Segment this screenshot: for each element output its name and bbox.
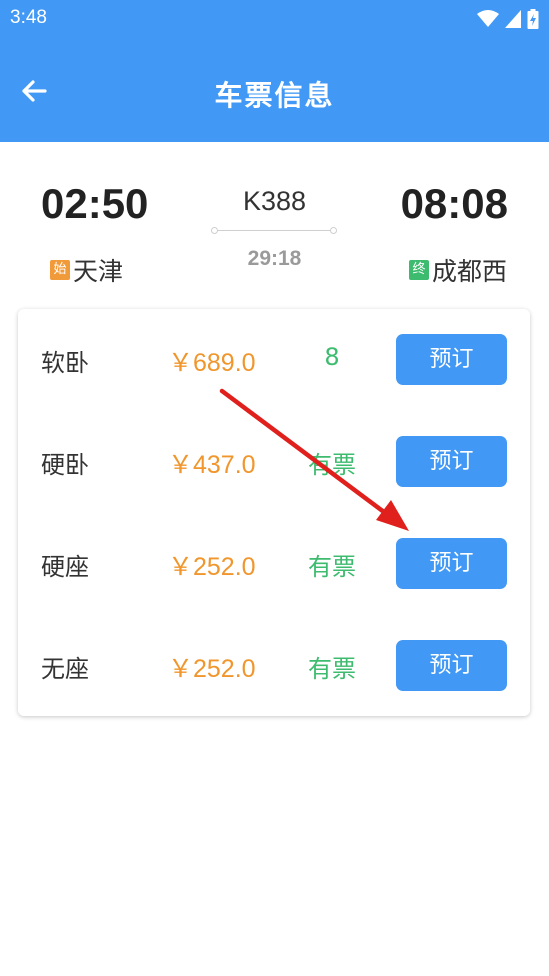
status-time: 3:48 — [10, 7, 47, 28]
route-line — [211, 227, 337, 234]
status-icons — [477, 8, 539, 30]
status-bar: 3:48 — [0, 0, 549, 38]
seat-availability: 8 — [324, 343, 340, 371]
seat-type: 软卧 — [41, 349, 89, 377]
book-button[interactable]: 预订 — [396, 436, 507, 487]
seat-price: ￥437.0 — [168, 451, 256, 479]
wifi-icon — [477, 10, 499, 27]
seat-row-soft-sleeper: 软卧 ￥689.0 8 预订 — [18, 309, 530, 411]
signal-icon — [505, 10, 521, 28]
seat-availability: 有票 — [308, 451, 356, 479]
seat-row-no-seat: 无座 ￥252.0 有票 预订 — [18, 615, 530, 717]
arrival-station-name: 成都西 — [431, 257, 507, 286]
seat-type: 硬座 — [41, 553, 89, 581]
departure-station-name: 天津 — [73, 257, 124, 286]
arrival-time: 08:08 — [400, 180, 508, 227]
departure-station: 始 天津 — [50, 252, 123, 288]
seat-row-hard-seat: 硬座 ￥252.0 有票 预订 — [18, 513, 530, 615]
journey-summary: 02:50 K388 08:08 29:18 始 天津 终 成都西 — [0, 142, 549, 302]
seat-price: ￥689.0 — [168, 349, 256, 377]
seat-price: ￥252.0 — [168, 553, 256, 581]
book-button[interactable]: 预订 — [396, 538, 507, 589]
seat-availability: 有票 — [308, 655, 356, 683]
seat-availability: 有票 — [308, 553, 356, 581]
seat-list-card: 软卧 ￥689.0 8 预订 硬卧 ￥437.0 有票 预订 硬座 ￥252.0… — [18, 309, 530, 716]
start-badge: 始 — [50, 260, 70, 280]
seat-type: 硬卧 — [41, 451, 89, 479]
battery-icon — [527, 9, 539, 29]
seat-row-hard-sleeper: 硬卧 ￥437.0 有票 预订 — [18, 411, 530, 513]
book-button[interactable]: 预订 — [396, 640, 507, 691]
seat-type: 无座 — [41, 655, 89, 683]
seat-price: ￥252.0 — [168, 655, 256, 683]
app-bar: 车票信息 — [0, 38, 549, 142]
book-button[interactable]: 预订 — [396, 334, 507, 385]
arrival-station: 终 成都西 — [408, 252, 507, 288]
page-title: 车票信息 — [214, 79, 335, 112]
end-badge: 终 — [408, 260, 429, 280]
